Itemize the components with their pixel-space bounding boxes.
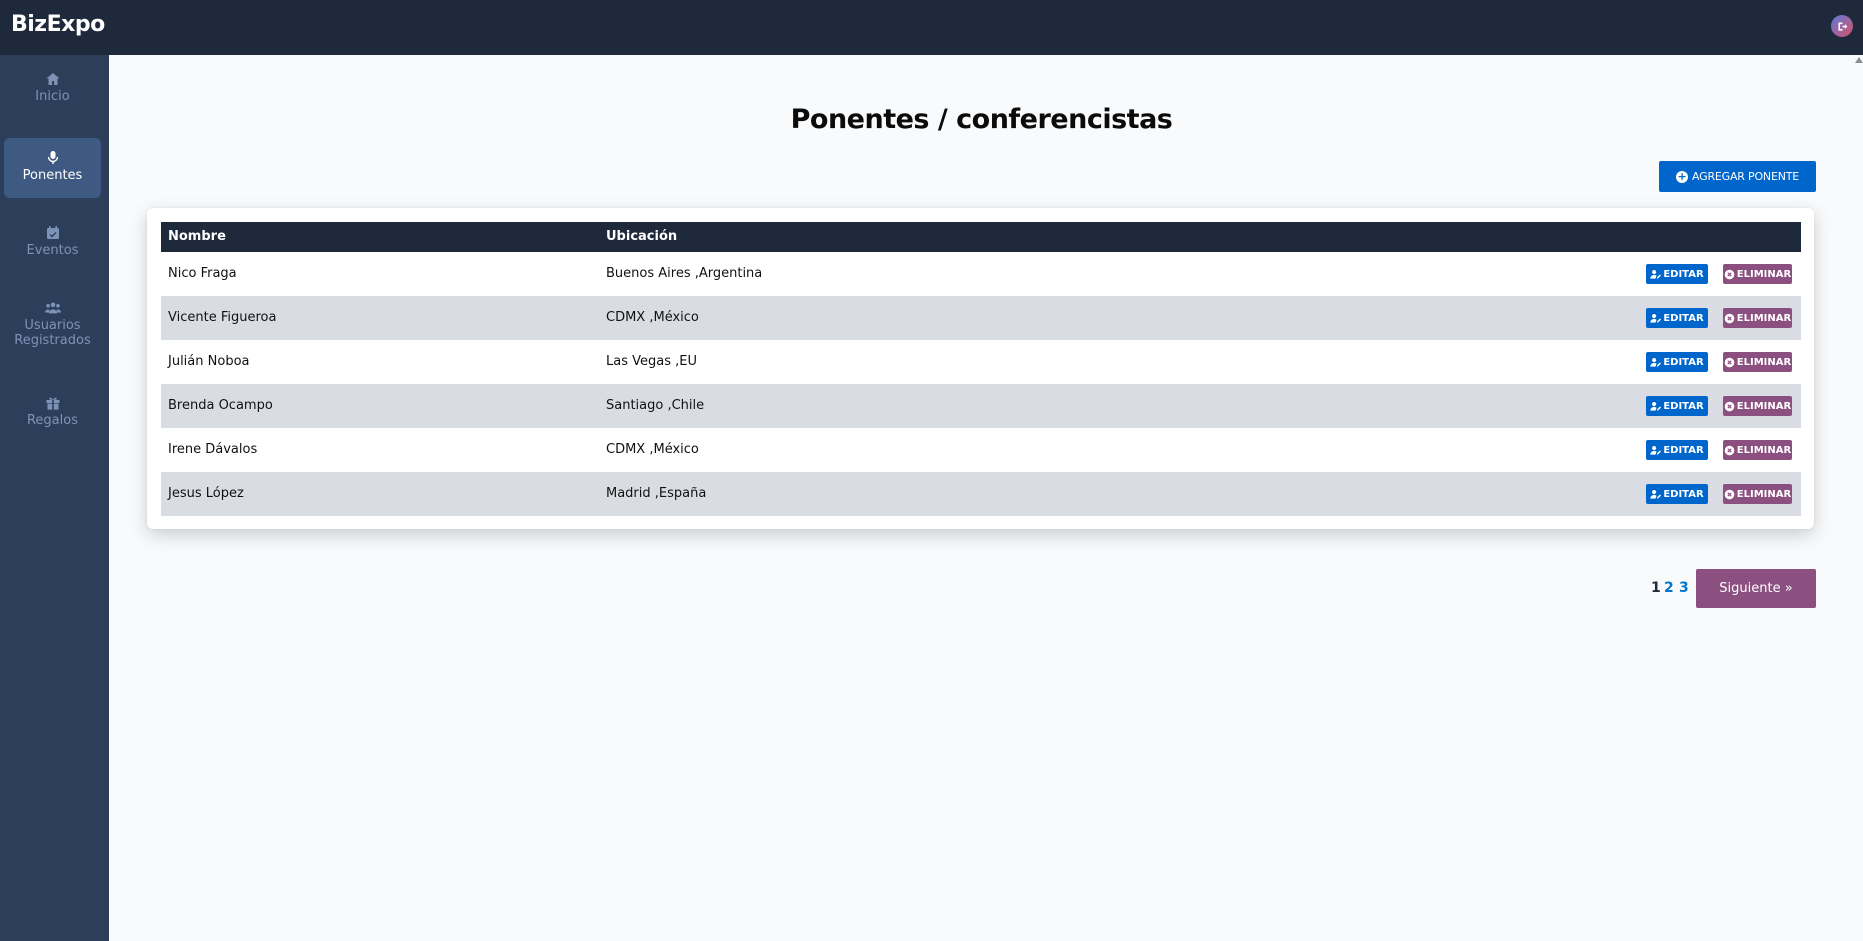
sidebar-item-eventos[interactable]: Eventos <box>4 225 101 269</box>
speaker-name: Julián Noboa <box>168 354 250 369</box>
page-title: Ponentes / conferencistas <box>790 104 1173 135</box>
edit-button[interactable]: EDITAR <box>1646 264 1708 284</box>
speaker-location: Buenos Aires ,Argentina <box>606 266 763 281</box>
table-row: Nico Fraga Buenos Aires ,Argentina EDITA… <box>161 252 1801 296</box>
top-navbar: BizExpo <box>0 0 1863 55</box>
pagination-page-3[interactable]: 3 <box>1679 580 1689 596</box>
sidebar-item-inicio[interactable]: Inicio <box>4 65 101 109</box>
delete-label: ELIMINAR <box>1736 488 1792 500</box>
close-circle-icon <box>1724 357 1735 367</box>
table-row: Jesus López Madrid ,España EDITAR ELIMIN… <box>161 472 1801 516</box>
gift-icon <box>46 397 59 410</box>
speaker-location: Madrid ,España <box>606 486 707 501</box>
next-page-button[interactable]: Siguiente » <box>1696 569 1816 608</box>
speaker-name: Jesus López <box>168 486 244 501</box>
brand-logo[interactable]: BizExpo <box>11 12 105 37</box>
sidebar-item-usuarios[interactable]: Usuarios Registrados <box>4 300 101 360</box>
speaker-location: CDMX ,México <box>606 442 699 457</box>
speaker-location: CDMX ,México <box>606 310 699 325</box>
edit-label: EDITAR <box>1663 400 1704 412</box>
table-row: Irene Dávalos CDMX ,México EDITAR ELIMIN… <box>161 428 1801 472</box>
sidebar-item-label: Regalos <box>26 413 78 428</box>
sidebar-item-regalos[interactable]: Regalos <box>4 395 101 439</box>
table-row: Brenda Ocampo Santiago ,Chile EDITAR ELI… <box>161 384 1801 428</box>
column-header-nombre: Nombre <box>168 229 226 244</box>
close-circle-icon <box>1724 269 1735 279</box>
edit-label: EDITAR <box>1663 356 1704 368</box>
sidebar-item-label: Ponentes <box>22 168 83 183</box>
users-icon <box>44 302 61 314</box>
edit-button[interactable]: EDITAR <box>1646 484 1708 504</box>
delete-label: ELIMINAR <box>1736 312 1792 324</box>
delete-label: ELIMINAR <box>1736 356 1792 368</box>
home-icon <box>46 73 59 85</box>
delete-button[interactable]: ELIMINAR <box>1723 352 1792 372</box>
speakers-table-card: Nombre Ubicación Nico Fraga Buenos Aires… <box>147 208 1814 529</box>
user-edit-icon <box>1650 401 1662 411</box>
close-circle-icon <box>1724 445 1735 455</box>
column-header-ubicacion: Ubicación <box>606 229 678 244</box>
edit-label: EDITAR <box>1663 444 1704 456</box>
delete-button[interactable]: ELIMINAR <box>1723 440 1792 460</box>
delete-label: ELIMINAR <box>1736 400 1792 412</box>
edit-button[interactable]: EDITAR <box>1646 352 1708 372</box>
edit-label: EDITAR <box>1663 268 1704 280</box>
logout-arrow-icon <box>1837 21 1847 31</box>
speaker-location: Santiago ,Chile <box>606 398 705 413</box>
logout-icon[interactable] <box>1831 15 1853 37</box>
add-speaker-label: AGREGAR PONENTE <box>1691 170 1799 183</box>
speaker-name: Vicente Figueroa <box>168 310 277 325</box>
user-edit-icon <box>1650 489 1662 499</box>
plus-circle-icon: + <box>1675 170 1688 183</box>
edit-label: EDITAR <box>1663 488 1704 500</box>
user-edit-icon <box>1650 445 1662 455</box>
pagination-page-1[interactable]: 1 <box>1651 580 1661 596</box>
delete-button[interactable]: ELIMINAR <box>1723 264 1792 284</box>
delete-button[interactable]: ELIMINAR <box>1723 396 1792 416</box>
table-row: Julián Noboa Las Vegas ,EU EDITAR ELIMIN… <box>161 340 1801 384</box>
pagination-page-2[interactable]: 2 <box>1664 580 1674 596</box>
edit-label: EDITAR <box>1663 312 1704 324</box>
delete-button[interactable]: ELIMINAR <box>1723 484 1792 504</box>
speakers-table: Nombre Ubicación Nico Fraga Buenos Aires… <box>161 222 1801 516</box>
table-row: Vicente Figueroa CDMX ,México EDITAR ELI… <box>161 296 1801 340</box>
calendar-icon <box>46 226 59 239</box>
user-edit-icon <box>1650 313 1662 323</box>
speaker-location: Las Vegas ,EU <box>606 354 697 369</box>
sidebar-item-ponentes[interactable]: Ponentes <box>4 138 101 198</box>
speaker-name: Irene Dávalos <box>168 442 258 457</box>
table-header: Nombre Ubicación <box>161 222 1801 252</box>
user-edit-icon <box>1650 357 1662 367</box>
user-edit-icon <box>1650 269 1662 279</box>
edit-button[interactable]: EDITAR <box>1646 440 1708 460</box>
delete-label: ELIMINAR <box>1736 444 1792 456</box>
microphone-icon <box>47 151 58 164</box>
add-speaker-button[interactable]: + AGREGAR PONENTE <box>1659 161 1816 192</box>
scrollbar-up-arrow[interactable] <box>1855 57 1863 63</box>
close-circle-icon <box>1724 401 1735 411</box>
close-circle-icon <box>1724 489 1735 499</box>
sidebar: Inicio Ponentes Eventos Usuarios Registr… <box>0 55 109 941</box>
edit-button[interactable]: EDITAR <box>1646 396 1708 416</box>
delete-label: ELIMINAR <box>1736 268 1792 280</box>
sidebar-item-label: Usuarios Registrados <box>14 318 91 348</box>
speaker-name: Brenda Ocampo <box>168 398 273 413</box>
sidebar-item-label: Eventos <box>26 243 79 258</box>
speaker-name: Nico Fraga <box>168 266 237 281</box>
delete-button[interactable]: ELIMINAR <box>1723 308 1792 328</box>
sidebar-item-label: Inicio <box>35 89 70 104</box>
close-circle-icon <box>1724 313 1735 323</box>
edit-button[interactable]: EDITAR <box>1646 308 1708 328</box>
